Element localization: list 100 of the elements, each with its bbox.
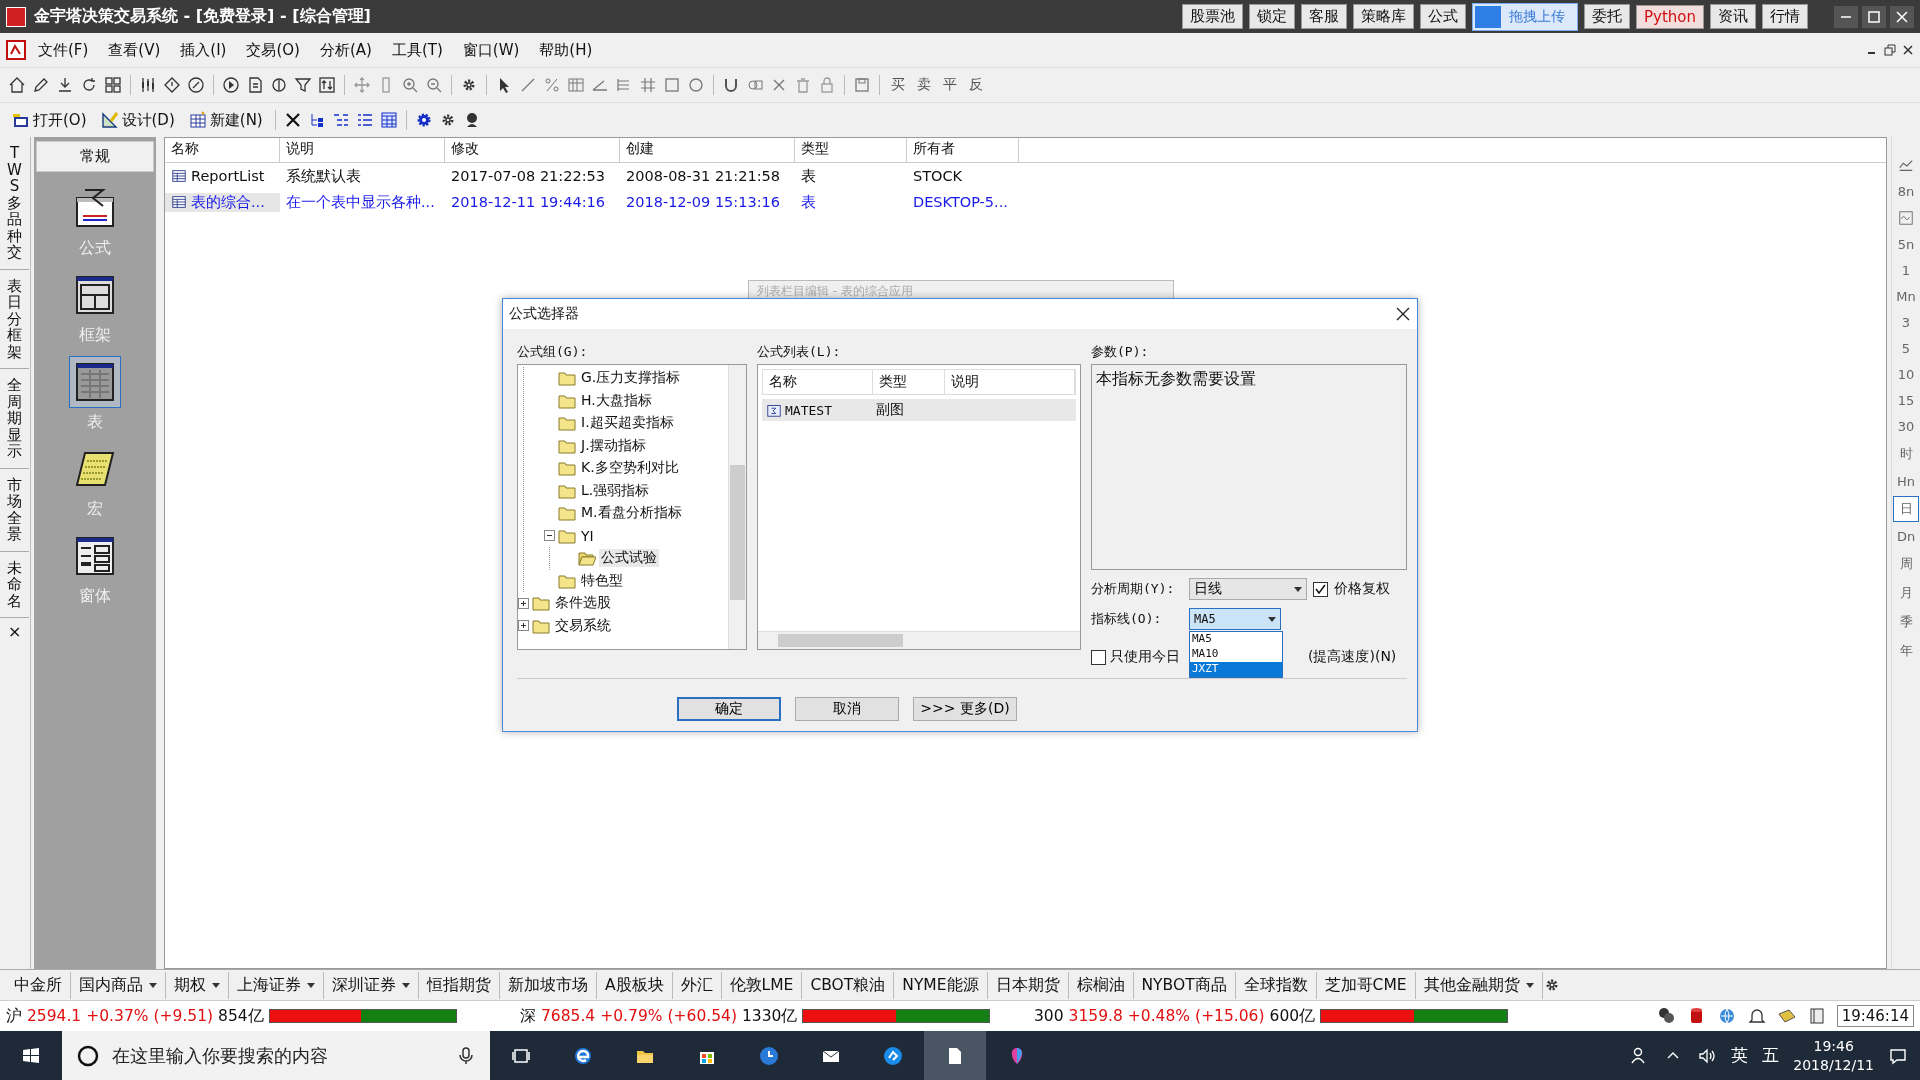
toolbar-button[interactable]: 设计(D) [96, 108, 179, 132]
zoom-out-icon[interactable] [425, 76, 443, 94]
filter-icon[interactable] [294, 76, 312, 94]
period-select[interactable]: 日线 [1189, 578, 1307, 600]
expand-toggle[interactable] [544, 530, 555, 542]
tree-item[interactable]: H.大盘指标 [579, 391, 654, 410]
dropdown-option[interactable]: MA5 [1190, 632, 1282, 647]
menu-item[interactable]: 帮助(H) [531, 38, 601, 62]
column-header[interactable]: 名称 [165, 138, 280, 162]
tree-item[interactable]: 条件选股 [553, 594, 613, 613]
zoom-in-icon[interactable] [401, 76, 419, 94]
menu-item[interactable]: 分析(A) [311, 38, 380, 62]
percent-icon[interactable] [543, 76, 561, 94]
period-button[interactable]: Dn [1893, 525, 1919, 548]
period-button[interactable]: 季 [1893, 609, 1919, 635]
taskbar-date[interactable]: 2018/12/11 [1793, 1055, 1874, 1074]
pencil-icon[interactable] [32, 76, 50, 94]
diamond-icon[interactable] [163, 76, 181, 94]
document-icon[interactable] [246, 76, 264, 94]
period-button[interactable]: 日 [1893, 496, 1919, 522]
tree-item[interactable]: M.看盘分析指标 [579, 504, 684, 523]
side-tab[interactable]: 表日分框架 [0, 269, 29, 369]
toolbar-button[interactable]: 客服 [1301, 4, 1347, 29]
menu-item[interactable]: 窗口(W) [454, 38, 528, 62]
close-icon[interactable] [1890, 5, 1914, 28]
swap-icon[interactable] [318, 76, 336, 94]
period-button[interactable]: Mn [1893, 285, 1919, 308]
period-button[interactable]: 8n [1893, 180, 1919, 203]
tree-item[interactable]: 特色型 [579, 571, 625, 590]
upload-badge[interactable]: 拖拽上传 [1472, 2, 1578, 31]
period-button[interactable]: 5 [1893, 337, 1919, 360]
side-tab[interactable]: 未命名 [0, 551, 29, 618]
tree-item[interactable]: G.压力支撑指标 [579, 369, 683, 388]
market-tab[interactable]: 芝加哥CME [1316, 971, 1416, 999]
market-tab[interactable]: 伦敦LME [721, 971, 803, 999]
menu-item[interactable]: 工具(T) [383, 38, 451, 62]
params-box[interactable]: 本指标无参数需要设置 [1091, 364, 1407, 570]
cross-icon[interactable] [283, 111, 302, 129]
tree-item[interactable]: I.超买超卖指标 [579, 414, 676, 433]
hash-icon[interactable] [639, 76, 657, 94]
period-button[interactable]: 周 [1893, 551, 1919, 577]
market-tab[interactable]: 深圳证券 [324, 971, 419, 999]
scrollbar[interactable] [728, 365, 746, 649]
side-tab[interactable]: TWS多品种交 [0, 137, 29, 270]
maximize-icon[interactable] [1862, 5, 1886, 28]
dropdown-option[interactable]: JXZT [1190, 662, 1282, 677]
play-icon[interactable] [222, 76, 240, 94]
tree-item[interactable]: 公式试验 [599, 549, 659, 568]
market-tab[interactable]: NYME能源 [894, 971, 988, 999]
list-icon[interactable] [355, 111, 374, 129]
toolbar-button[interactable]: 新建(N) [184, 108, 267, 132]
list-row[interactable]: MATEST 副图 [762, 399, 1076, 421]
close-button[interactable]: × [0, 618, 30, 645]
column-header[interactable]: 说明 [945, 370, 1075, 394]
trade-tool[interactable]: 买 [888, 76, 908, 94]
dialog-button[interactable]: >>> 更多(D) [913, 697, 1017, 721]
column-header[interactable]: 所有者 [907, 138, 1019, 162]
grid-icon[interactable] [104, 76, 122, 94]
toolbar-button[interactable]: 资讯 [1710, 4, 1756, 29]
market-tab[interactable]: 日本期货 [987, 971, 1069, 999]
tree-item[interactable]: L.强弱指标 [579, 481, 652, 500]
period-button[interactable]: 年 [1893, 638, 1919, 664]
market-tab[interactable]: 新加坡市场 [500, 971, 597, 999]
grid-table-icon[interactable] [379, 111, 398, 129]
search-field[interactable]: 在这里输入你要搜索的内容 [110, 1044, 446, 1067]
bell-icon[interactable] [1746, 1006, 1767, 1026]
market-tab[interactable]: 全球指数 [1235, 971, 1317, 999]
side-tab[interactable]: 市场全景 [0, 468, 29, 552]
menu-item[interactable]: 交易(O) [238, 38, 308, 62]
period-button[interactable]: 30 [1893, 415, 1919, 438]
restore-icon[interactable] [1884, 44, 1896, 56]
clock-icon[interactable] [759, 1045, 779, 1066]
column-header[interactable]: 类型 [795, 138, 907, 162]
app-icon[interactable] [883, 1045, 903, 1066]
refresh-icon[interactable] [80, 76, 98, 94]
ime-language[interactable]: 英 [1731, 1044, 1749, 1067]
checkbox[interactable] [1091, 649, 1106, 665]
panel-header[interactable]: 常规 [36, 141, 154, 172]
market-tab[interactable]: A股板块 [597, 971, 673, 999]
market-tab[interactable]: 中金所 [6, 971, 71, 999]
line-select[interactable]: MA5 [1189, 608, 1281, 630]
market-tab[interactable]: 棕榈油 [1068, 971, 1134, 999]
search-box[interactable]: 在这里输入你要搜索的内容 [62, 1031, 490, 1080]
circle-icon[interactable] [687, 76, 705, 94]
formula-list[interactable]: 名称 类型 说明 MATEST 副图 [757, 364, 1081, 650]
period-button[interactable]: 时 [1893, 441, 1919, 467]
minimize-icon[interactable] [1834, 5, 1858, 28]
close-icon[interactable] [1395, 306, 1411, 322]
market-tab[interactable]: 期权 [166, 971, 229, 999]
toolbar-button[interactable]: 策略库 [1353, 4, 1414, 29]
market-tab[interactable]: 其他金融期货 [1415, 971, 1543, 999]
table-row[interactable]: ReportList 系统默认表 2017-07-08 21:22:53 2008-08-31 21:21:58 表 STOCK [165, 163, 1886, 189]
toolbar-button[interactable]: 公式 [1420, 4, 1466, 29]
toolbar-button[interactable]: 行情 [1762, 4, 1808, 29]
tree-item[interactable]: 交易系统 [553, 616, 613, 635]
close-icon[interactable] [1902, 44, 1914, 56]
candlestick-icon[interactable] [139, 76, 157, 94]
column-header[interactable]: 类型 [873, 370, 945, 394]
line-icon[interactable] [519, 76, 537, 94]
ime-mode[interactable]: 五 [1762, 1044, 1780, 1067]
